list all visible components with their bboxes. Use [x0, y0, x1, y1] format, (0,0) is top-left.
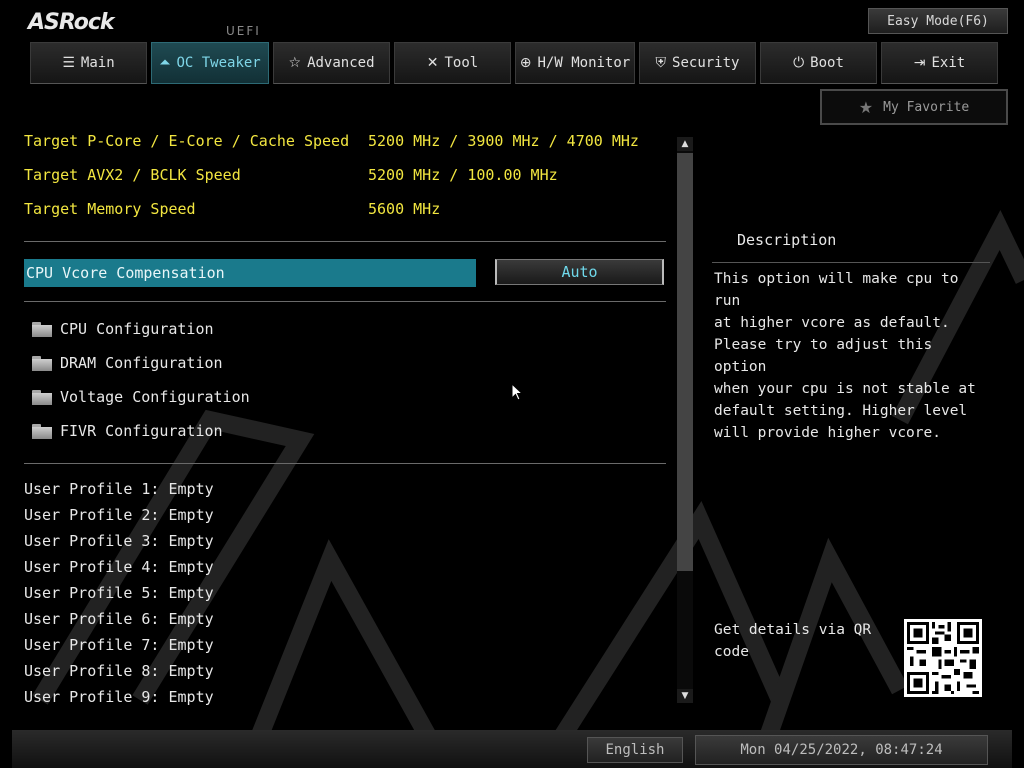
- user-profile-4[interactable]: User Profile 4: Empty: [24, 558, 214, 578]
- folder-icon: [32, 355, 52, 371]
- tab-label: Tool: [444, 55, 479, 71]
- star-icon: ★: [858, 97, 874, 117]
- divider: [24, 463, 666, 464]
- my-favorite-button[interactable]: ★ My Favorite: [820, 89, 1008, 125]
- user-profile-7[interactable]: User Profile 7: Empty: [24, 636, 214, 656]
- tab-label: Advanced: [307, 55, 375, 71]
- info-value: 5200 MHz / 100.00 MHz: [368, 166, 558, 184]
- folder-label: FIVR Configuration: [60, 422, 223, 440]
- main-tab-bar: ☰ Main ⏶ OC Tweaker ☆ Advanced ✕ Tool ⊕ …: [30, 42, 1002, 84]
- tab-boot[interactable]: ⏻ Boot: [760, 42, 877, 84]
- qr-code: [904, 619, 982, 697]
- description-divider: [712, 262, 990, 263]
- language-button[interactable]: English: [587, 737, 683, 763]
- qr-label: Get details via QR code: [714, 622, 872, 660]
- info-label: Target AVX2 / BCLK Speed: [24, 166, 241, 184]
- uefi-label: UEFI: [226, 24, 261, 38]
- tab-tool[interactable]: ✕ Tool: [394, 42, 511, 84]
- power-icon: ⏻: [793, 55, 805, 71]
- tab-label: Exit: [931, 55, 966, 71]
- info-value: 5600 MHz: [368, 200, 441, 218]
- info-value: 5200 MHz / 3900 MHz / 4700 MHz: [368, 132, 639, 150]
- user-profile-3[interactable]: User Profile 3: Empty: [24, 532, 214, 552]
- my-favorite-label: My Favorite: [883, 99, 970, 115]
- list-icon: ☰: [62, 55, 75, 71]
- folder-fivr-configuration[interactable]: FIVR Configuration: [32, 420, 223, 442]
- tools-icon: ✕: [426, 55, 439, 71]
- tab-security[interactable]: ⛨ Security: [639, 42, 756, 84]
- star-outline-icon: ☆: [288, 55, 302, 71]
- tab-label: H/W Monitor: [537, 55, 631, 71]
- folder-label: DRAM Configuration: [60, 354, 223, 372]
- tab-oc-tweaker[interactable]: ⏶ OC Tweaker: [151, 42, 269, 84]
- user-profile-8[interactable]: User Profile 8: Empty: [24, 662, 214, 682]
- shield-icon: ⛨: [655, 55, 667, 71]
- user-profile-5[interactable]: User Profile 5: Empty: [24, 584, 214, 604]
- tab-advanced[interactable]: ☆ Advanced: [273, 42, 390, 84]
- mouse-cursor-icon: [512, 384, 524, 401]
- easy-mode-button[interactable]: Easy Mode(F6): [868, 8, 1008, 34]
- asrock-logo: ASRock: [28, 10, 115, 35]
- scroll-down-arrow-icon[interactable]: ▼: [677, 689, 693, 703]
- tab-main[interactable]: ☰ Main: [30, 42, 147, 84]
- cpu-vcore-compensation-row[interactable]: CPU Vcore Compensation: [24, 259, 476, 287]
- user-profile-1[interactable]: User Profile 1: Empty: [24, 480, 214, 500]
- tab-exit[interactable]: ⇥ Exit: [881, 42, 998, 84]
- folder-icon: [32, 389, 52, 405]
- user-profile-9[interactable]: User Profile 9: Empty: [24, 688, 214, 708]
- rocket-icon: ⏶: [159, 55, 171, 71]
- description-text: This option will make cpu to run at high…: [714, 271, 976, 441]
- scroll-track[interactable]: [677, 151, 693, 689]
- tab-label: Boot: [810, 55, 844, 71]
- info-label: Target Memory Speed: [24, 200, 196, 218]
- divider: [24, 301, 666, 302]
- divider: [24, 241, 666, 242]
- folder-voltage-configuration[interactable]: Voltage Configuration: [32, 386, 250, 408]
- tab-label: Security: [672, 55, 740, 71]
- folder-cpu-configuration[interactable]: CPU Configuration: [32, 318, 214, 340]
- description-title: Description: [737, 231, 837, 249]
- exit-door-icon: ⇥: [913, 55, 926, 71]
- scroll-thumb[interactable]: [677, 153, 693, 571]
- monitor-globe-icon: ⊕: [519, 55, 532, 71]
- cpu-vcore-compensation-value[interactable]: Auto: [495, 259, 664, 285]
- info-label: Target P-Core / E-Core / Cache Speed: [24, 132, 350, 150]
- tab-label: OC Tweaker: [176, 55, 261, 71]
- user-profile-2[interactable]: User Profile 2: Empty: [24, 506, 214, 526]
- folder-icon: [32, 321, 52, 337]
- folder-dram-configuration[interactable]: DRAM Configuration: [32, 352, 223, 374]
- folder-label: Voltage Configuration: [60, 388, 250, 406]
- scroll-up-arrow-icon[interactable]: ▲: [677, 137, 693, 151]
- settings-scrollbar[interactable]: ▲ ▼: [677, 137, 693, 703]
- user-profile-6[interactable]: User Profile 6: Empty: [24, 610, 214, 630]
- tab-label: Main: [80, 55, 115, 71]
- tab-hw-monitor[interactable]: ⊕ H/W Monitor: [515, 42, 635, 84]
- datetime-display: Mon 04/25/2022, 08:47:24: [695, 735, 988, 765]
- folder-icon: [32, 423, 52, 439]
- folder-label: CPU Configuration: [60, 320, 214, 338]
